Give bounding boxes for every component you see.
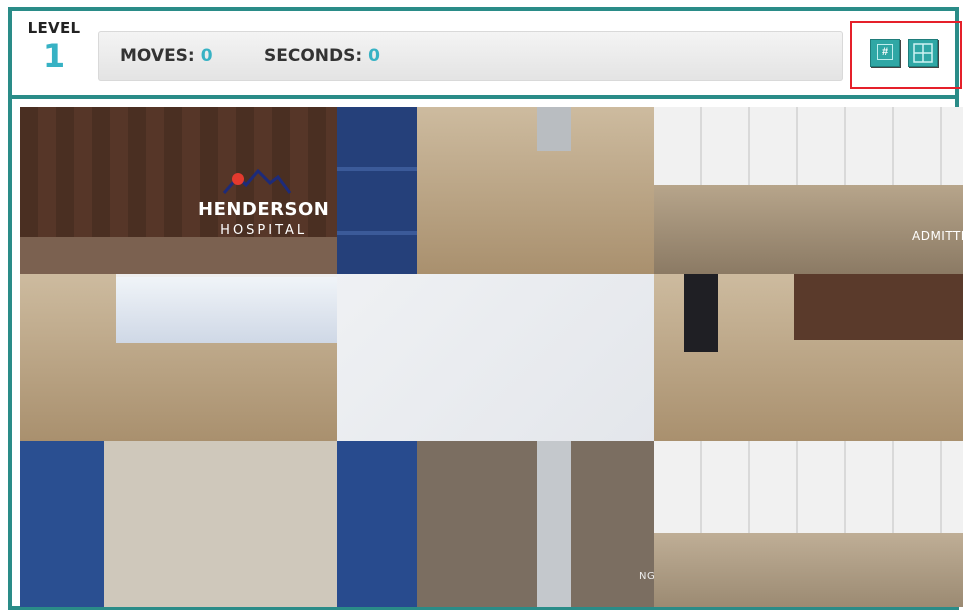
admitting-text: ADMITTI bbox=[912, 229, 963, 243]
puzzle-tile-7[interactable] bbox=[20, 441, 337, 607]
number-toggle-button[interactable]: # bbox=[870, 39, 900, 67]
counter-front bbox=[794, 274, 963, 340]
number-toggle-icon: # bbox=[877, 44, 893, 60]
hallway-sign-text: NG bbox=[639, 571, 654, 582]
game-frame: LEVEL 1 MOVES: 0 SECONDS: 0 # HENDERSON … bbox=[8, 7, 963, 610]
seconds-label: SECONDS: bbox=[264, 46, 363, 66]
lower-wall bbox=[654, 533, 963, 607]
puzzle-tile-2[interactable] bbox=[417, 107, 654, 274]
level-label: LEVEL bbox=[27, 19, 81, 37]
pillar-lower bbox=[537, 441, 571, 607]
puzzle-tile-4[interactable] bbox=[20, 274, 337, 441]
pillar bbox=[537, 107, 571, 151]
grid-toggle-icon bbox=[913, 43, 933, 63]
puzzle-tile-8[interactable]: NG bbox=[337, 441, 654, 607]
stats-panel: MOVES: 0 SECONDS: 0 bbox=[98, 31, 843, 81]
person-standing bbox=[684, 274, 718, 352]
grid-toggle-button[interactable] bbox=[908, 39, 938, 67]
reception-desk bbox=[116, 274, 337, 343]
highlighted-controls: # bbox=[850, 21, 962, 89]
hospital-sign: HENDERSON HOSPITAL bbox=[198, 199, 329, 238]
sign-line-2: HOSPITAL bbox=[220, 223, 308, 238]
mountain-logo-icon bbox=[222, 169, 292, 194]
moves-label: MOVES: bbox=[120, 46, 195, 66]
sign-line-1: HENDERSON bbox=[198, 199, 330, 220]
puzzle-board: HENDERSON HOSPITAL ADMITTI NG bbox=[20, 107, 963, 607]
puzzle-tile-3[interactable]: ADMITTI bbox=[654, 107, 963, 274]
level-box: LEVEL 1 bbox=[22, 19, 86, 89]
puzzle-tile-1[interactable]: HENDERSON HOSPITAL bbox=[20, 107, 337, 274]
puzzle-tile-9[interactable] bbox=[654, 441, 963, 607]
moves-stat: MOVES: 0 bbox=[120, 46, 213, 66]
empty-tile[interactable] bbox=[337, 274, 654, 441]
puzzle-tile-2a[interactable] bbox=[337, 107, 417, 274]
seconds-stat: SECONDS: 0 bbox=[264, 46, 380, 66]
moves-value: 0 bbox=[200, 46, 213, 66]
seconds-value: 0 bbox=[368, 46, 381, 66]
reception-area bbox=[20, 237, 337, 274]
top-bar: LEVEL 1 MOVES: 0 SECONDS: 0 # bbox=[12, 11, 962, 99]
level-value: 1 bbox=[42, 37, 66, 75]
puzzle-tile-6[interactable] bbox=[654, 274, 963, 441]
